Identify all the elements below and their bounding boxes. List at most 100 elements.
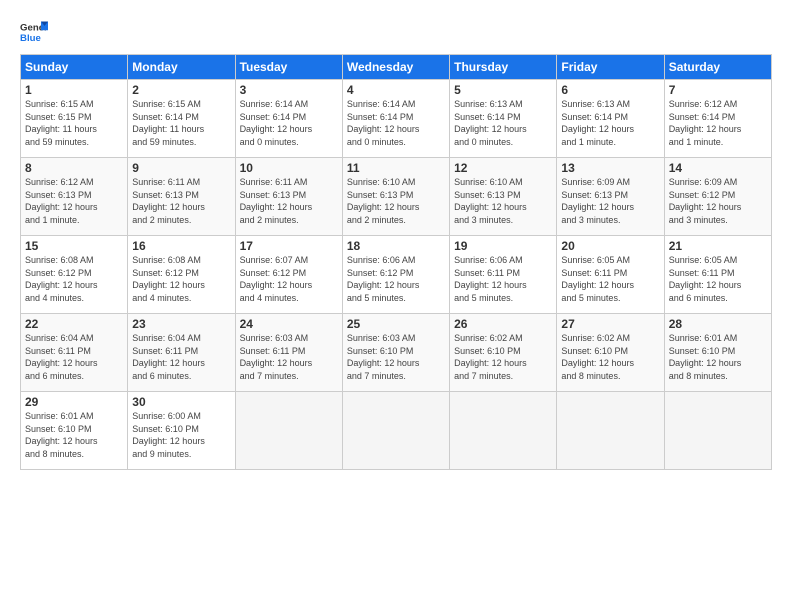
calendar-week-3: 22Sunrise: 6:04 AM Sunset: 6:11 PM Dayli… <box>21 314 772 392</box>
day-info: Sunrise: 6:02 AM Sunset: 6:10 PM Dayligh… <box>454 332 552 382</box>
day-number: 5 <box>454 83 552 97</box>
table-row: 28Sunrise: 6:01 AM Sunset: 6:10 PM Dayli… <box>664 314 771 392</box>
day-number: 27 <box>561 317 659 331</box>
table-row: 17Sunrise: 6:07 AM Sunset: 6:12 PM Dayli… <box>235 236 342 314</box>
calendar-header-tuesday: Tuesday <box>235 55 342 80</box>
table-row: 21Sunrise: 6:05 AM Sunset: 6:11 PM Dayli… <box>664 236 771 314</box>
table-row <box>342 392 449 470</box>
logo: General Blue <box>20 18 48 46</box>
table-row: 24Sunrise: 6:03 AM Sunset: 6:11 PM Dayli… <box>235 314 342 392</box>
day-info: Sunrise: 6:03 AM Sunset: 6:10 PM Dayligh… <box>347 332 445 382</box>
day-info: Sunrise: 6:07 AM Sunset: 6:12 PM Dayligh… <box>240 254 338 304</box>
day-info: Sunrise: 6:04 AM Sunset: 6:11 PM Dayligh… <box>25 332 123 382</box>
table-row: 12Sunrise: 6:10 AM Sunset: 6:13 PM Dayli… <box>450 158 557 236</box>
table-row: 19Sunrise: 6:06 AM Sunset: 6:11 PM Dayli… <box>450 236 557 314</box>
day-number: 23 <box>132 317 230 331</box>
day-number: 4 <box>347 83 445 97</box>
svg-text:Blue: Blue <box>20 33 41 44</box>
day-number: 1 <box>25 83 123 97</box>
day-info: Sunrise: 6:13 AM Sunset: 6:14 PM Dayligh… <box>454 98 552 148</box>
table-row: 13Sunrise: 6:09 AM Sunset: 6:13 PM Dayli… <box>557 158 664 236</box>
day-info: Sunrise: 6:01 AM Sunset: 6:10 PM Dayligh… <box>25 410 123 460</box>
day-number: 26 <box>454 317 552 331</box>
day-info: Sunrise: 6:08 AM Sunset: 6:12 PM Dayligh… <box>132 254 230 304</box>
table-row: 1Sunrise: 6:15 AM Sunset: 6:15 PM Daylig… <box>21 80 128 158</box>
day-info: Sunrise: 6:14 AM Sunset: 6:14 PM Dayligh… <box>240 98 338 148</box>
day-number: 19 <box>454 239 552 253</box>
table-row: 30Sunrise: 6:00 AM Sunset: 6:10 PM Dayli… <box>128 392 235 470</box>
table-row: 16Sunrise: 6:08 AM Sunset: 6:12 PM Dayli… <box>128 236 235 314</box>
day-info: Sunrise: 6:04 AM Sunset: 6:11 PM Dayligh… <box>132 332 230 382</box>
table-row <box>664 392 771 470</box>
day-info: Sunrise: 6:01 AM Sunset: 6:10 PM Dayligh… <box>669 332 767 382</box>
day-info: Sunrise: 6:03 AM Sunset: 6:11 PM Dayligh… <box>240 332 338 382</box>
table-row: 8Sunrise: 6:12 AM Sunset: 6:13 PM Daylig… <box>21 158 128 236</box>
day-number: 18 <box>347 239 445 253</box>
day-number: 20 <box>561 239 659 253</box>
calendar-week-2: 15Sunrise: 6:08 AM Sunset: 6:12 PM Dayli… <box>21 236 772 314</box>
calendar-header-sunday: Sunday <box>21 55 128 80</box>
table-row: 22Sunrise: 6:04 AM Sunset: 6:11 PM Dayli… <box>21 314 128 392</box>
day-number: 24 <box>240 317 338 331</box>
day-number: 28 <box>669 317 767 331</box>
day-number: 7 <box>669 83 767 97</box>
table-row: 5Sunrise: 6:13 AM Sunset: 6:14 PM Daylig… <box>450 80 557 158</box>
calendar-week-1: 8Sunrise: 6:12 AM Sunset: 6:13 PM Daylig… <box>21 158 772 236</box>
day-info: Sunrise: 6:13 AM Sunset: 6:14 PM Dayligh… <box>561 98 659 148</box>
day-info: Sunrise: 6:06 AM Sunset: 6:11 PM Dayligh… <box>454 254 552 304</box>
day-number: 17 <box>240 239 338 253</box>
calendar-table: SundayMondayTuesdayWednesdayThursdayFrid… <box>20 54 772 470</box>
table-row: 15Sunrise: 6:08 AM Sunset: 6:12 PM Dayli… <box>21 236 128 314</box>
day-info: Sunrise: 6:14 AM Sunset: 6:14 PM Dayligh… <box>347 98 445 148</box>
table-row: 26Sunrise: 6:02 AM Sunset: 6:10 PM Dayli… <box>450 314 557 392</box>
table-row: 25Sunrise: 6:03 AM Sunset: 6:10 PM Dayli… <box>342 314 449 392</box>
day-info: Sunrise: 6:08 AM Sunset: 6:12 PM Dayligh… <box>25 254 123 304</box>
day-number: 11 <box>347 161 445 175</box>
day-number: 3 <box>240 83 338 97</box>
day-info: Sunrise: 6:15 AM Sunset: 6:15 PM Dayligh… <box>25 98 123 148</box>
table-row <box>450 392 557 470</box>
table-row: 9Sunrise: 6:11 AM Sunset: 6:13 PM Daylig… <box>128 158 235 236</box>
day-info: Sunrise: 6:05 AM Sunset: 6:11 PM Dayligh… <box>561 254 659 304</box>
calendar-header-wednesday: Wednesday <box>342 55 449 80</box>
day-info: Sunrise: 6:09 AM Sunset: 6:13 PM Dayligh… <box>561 176 659 226</box>
table-row: 29Sunrise: 6:01 AM Sunset: 6:10 PM Dayli… <box>21 392 128 470</box>
day-info: Sunrise: 6:02 AM Sunset: 6:10 PM Dayligh… <box>561 332 659 382</box>
day-info: Sunrise: 6:10 AM Sunset: 6:13 PM Dayligh… <box>347 176 445 226</box>
day-number: 8 <box>25 161 123 175</box>
calendar-week-4: 29Sunrise: 6:01 AM Sunset: 6:10 PM Dayli… <box>21 392 772 470</box>
table-row: 10Sunrise: 6:11 AM Sunset: 6:13 PM Dayli… <box>235 158 342 236</box>
table-row: 7Sunrise: 6:12 AM Sunset: 6:14 PM Daylig… <box>664 80 771 158</box>
day-number: 10 <box>240 161 338 175</box>
day-number: 25 <box>347 317 445 331</box>
day-number: 2 <box>132 83 230 97</box>
table-row <box>557 392 664 470</box>
table-row: 3Sunrise: 6:14 AM Sunset: 6:14 PM Daylig… <box>235 80 342 158</box>
table-row: 11Sunrise: 6:10 AM Sunset: 6:13 PM Dayli… <box>342 158 449 236</box>
day-info: Sunrise: 6:12 AM Sunset: 6:14 PM Dayligh… <box>669 98 767 148</box>
day-number: 22 <box>25 317 123 331</box>
day-number: 15 <box>25 239 123 253</box>
day-info: Sunrise: 6:11 AM Sunset: 6:13 PM Dayligh… <box>132 176 230 226</box>
table-row: 27Sunrise: 6:02 AM Sunset: 6:10 PM Dayli… <box>557 314 664 392</box>
table-row: 2Sunrise: 6:15 AM Sunset: 6:14 PM Daylig… <box>128 80 235 158</box>
day-info: Sunrise: 6:09 AM Sunset: 6:12 PM Dayligh… <box>669 176 767 226</box>
calendar-header-saturday: Saturday <box>664 55 771 80</box>
table-row <box>235 392 342 470</box>
table-row: 4Sunrise: 6:14 AM Sunset: 6:14 PM Daylig… <box>342 80 449 158</box>
calendar-week-0: 1Sunrise: 6:15 AM Sunset: 6:15 PM Daylig… <box>21 80 772 158</box>
calendar-header-monday: Monday <box>128 55 235 80</box>
day-number: 12 <box>454 161 552 175</box>
day-number: 21 <box>669 239 767 253</box>
day-info: Sunrise: 6:11 AM Sunset: 6:13 PM Dayligh… <box>240 176 338 226</box>
day-number: 29 <box>25 395 123 409</box>
day-number: 30 <box>132 395 230 409</box>
day-info: Sunrise: 6:15 AM Sunset: 6:14 PM Dayligh… <box>132 98 230 148</box>
table-row: 18Sunrise: 6:06 AM Sunset: 6:12 PM Dayli… <box>342 236 449 314</box>
header: General Blue <box>20 18 772 46</box>
day-number: 9 <box>132 161 230 175</box>
calendar-header-thursday: Thursday <box>450 55 557 80</box>
day-number: 14 <box>669 161 767 175</box>
day-info: Sunrise: 6:12 AM Sunset: 6:13 PM Dayligh… <box>25 176 123 226</box>
day-number: 13 <box>561 161 659 175</box>
